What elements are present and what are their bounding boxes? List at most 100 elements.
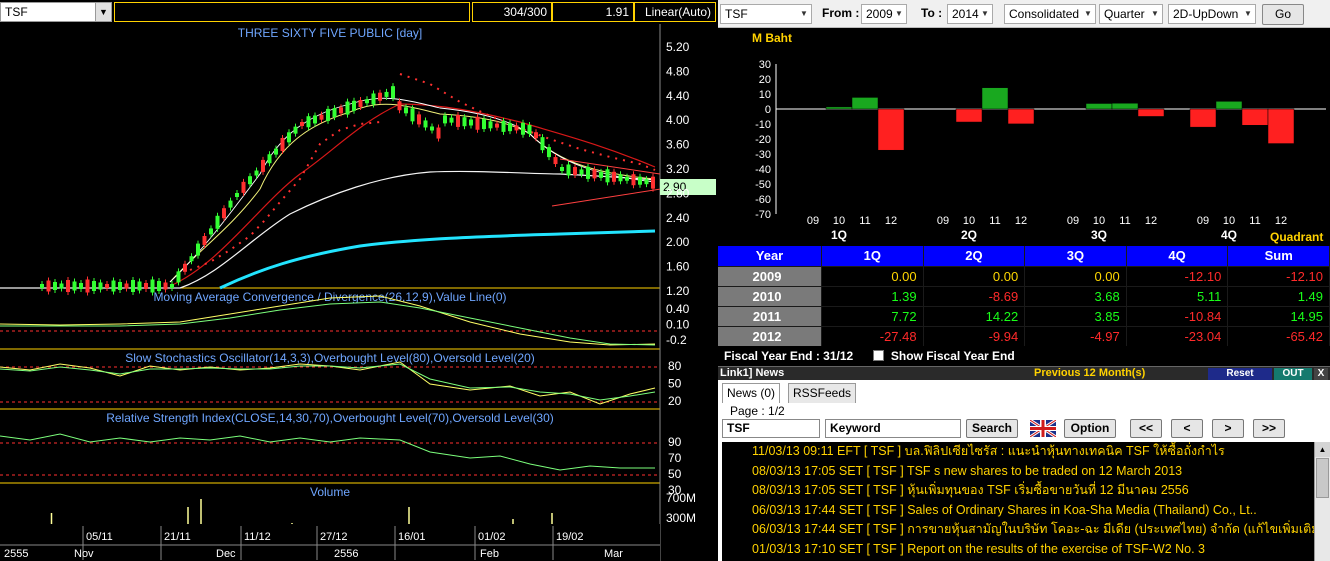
chevron-down-icon[interactable]: ▼ <box>978 5 992 23</box>
candle-body <box>410 108 415 122</box>
candle-body <box>560 167 564 171</box>
chevron-down-icon[interactable]: ▼ <box>1081 5 1095 23</box>
chart-unit-label: M Baht <box>752 31 792 45</box>
x-category-label: 09 <box>1197 215 1209 227</box>
candle-body <box>469 119 473 126</box>
chevron-down-icon[interactable]: ▼ <box>892 5 906 23</box>
candle-body <box>449 117 454 123</box>
volume-axis: 700M 300M <box>666 491 696 525</box>
chevron-down-icon[interactable]: ▼ <box>797 5 811 23</box>
candle-body <box>293 126 298 134</box>
candle-body <box>72 281 77 291</box>
chart-symbol-select[interactable]: TSF ▼ <box>0 2 112 22</box>
candle-body <box>313 115 317 124</box>
out-button[interactable]: OUT <box>1274 368 1312 380</box>
candle-body <box>118 282 122 290</box>
date-tick: 27/12 <box>320 531 348 543</box>
view-value: 2D-UpDown <box>1173 7 1239 21</box>
value-cell: -12.10 <box>1126 265 1229 286</box>
bar-4Q-10 <box>1215 101 1243 110</box>
rsi-axis: 90705030 <box>668 435 682 497</box>
stochastic-k-line <box>0 361 656 405</box>
next-page-button[interactable]: > <box>1212 419 1244 438</box>
candle-body <box>384 91 389 97</box>
candle-body <box>131 280 135 292</box>
candle-body <box>261 159 265 172</box>
candle-body <box>430 126 434 131</box>
scroll-thumb[interactable] <box>1316 458 1329 498</box>
news-header-label: Link1] News <box>720 367 785 379</box>
from-year-select[interactable]: 2009 ▼ <box>861 4 907 24</box>
value-cell: 3.68 <box>1024 285 1127 306</box>
value-cell: 5.11 <box>1126 285 1229 306</box>
flag-icon[interactable] <box>1030 420 1056 437</box>
chevron-down-icon[interactable]: ▼ <box>95 3 111 21</box>
candle-body <box>638 176 642 185</box>
keyword-input[interactable]: Keyword <box>825 419 961 438</box>
option-button[interactable]: Option <box>1064 419 1116 438</box>
value-cell: 1.39 <box>821 285 924 306</box>
candle-body <box>105 284 109 288</box>
news-item[interactable]: 11/03/13 09:11 EFT [ TSF ] บล.ฟิลิปเซียไ… <box>722 442 1314 462</box>
ma-short-line <box>169 103 656 283</box>
reset-button[interactable]: Reset <box>1208 368 1272 380</box>
candle-body <box>267 154 272 164</box>
candle-body <box>274 148 278 155</box>
from-label: From : <box>822 6 860 20</box>
news-item[interactable]: 08/03/13 17:05 SET [ TSF ] TSF s new sha… <box>722 462 1314 482</box>
view-select[interactable]: 2D-UpDown ▼ <box>1168 4 1256 24</box>
candle-body <box>371 93 376 105</box>
news-item[interactable]: 01/03/13 17:10 SET [ TSF ] Report on the… <box>722 540 1314 560</box>
tab-news[interactable]: News (0) <box>722 383 781 403</box>
statement-select[interactable]: Consolidated ▼ <box>1004 4 1096 24</box>
statement-value: Consolidated <box>1009 7 1080 21</box>
value-cell: 0.00 <box>923 265 1026 286</box>
fin-symbol-select[interactable]: TSF ▼ <box>720 4 812 24</box>
scroll-up-icon[interactable]: ▲ <box>1315 442 1330 457</box>
macd-axis: 0.40 0.10-0.2 <box>666 302 690 347</box>
x-category-label: 10 <box>833 215 845 227</box>
x-category-label: 09 <box>807 215 819 227</box>
candle-body <box>332 108 337 118</box>
price-chart-area[interactable]: THREE SIXTY FIVE PUBLIC [day] Moving Ave… <box>0 24 716 561</box>
candle-body <box>599 171 603 178</box>
news-item[interactable]: 06/03/13 17:44 SET [ TSF ] Sales of Ordi… <box>722 501 1314 521</box>
ma-200-line <box>219 229 656 290</box>
last-page-button[interactable]: >> <box>1253 419 1285 438</box>
value-cell: -8.69 <box>923 285 1026 306</box>
table-row: 2010 1.39 -8.69 3.68 5.11 1.49 <box>718 285 1330 306</box>
bar-1Q-12 <box>877 108 905 151</box>
bar-3Q-10 <box>1085 103 1113 110</box>
news-scrollbar[interactable]: ▲ <box>1314 442 1330 561</box>
chevron-down-icon[interactable]: ▼ <box>1241 5 1255 23</box>
table-header-cell: 1Q <box>821 246 924 266</box>
price-axis: 5.20 4.80 4.40 4.00 3.60 3.20 2.80 2.40 2.00 1.60… <box>666 40 690 298</box>
financial-table: Year 1Q 2Q 3Q 4Q Sum 2009 0.00 0.00 0.00 -12.10 -1… <box>718 246 1330 346</box>
scale-mode[interactable]: Linear(Auto) <box>634 2 716 22</box>
bar-3Q-12 <box>1137 108 1165 117</box>
y-tick-label: 0 <box>765 104 771 116</box>
show-fiscal-checkbox[interactable] <box>872 350 884 361</box>
search-button[interactable]: Search <box>966 419 1018 438</box>
candle-body <box>462 117 467 127</box>
candle-body <box>605 169 610 183</box>
candle-body <box>397 101 402 111</box>
prev-page-button[interactable]: < <box>1171 419 1203 438</box>
close-button[interactable]: X <box>1314 368 1328 380</box>
table-body: 2009 0.00 0.00 0.00 -12.10 -12.10 2010 1.39 -8.6… <box>718 265 1330 346</box>
price-tick: 2.80 <box>666 186 690 200</box>
bar-count: 304/300 <box>472 2 552 22</box>
period-select[interactable]: Quarter ▼ <box>1099 4 1163 24</box>
bar-4Q-11 <box>1241 108 1269 126</box>
tab-rssfeeds[interactable]: RSSFeeds <box>788 383 857 403</box>
table-header-cell: Year <box>718 246 823 266</box>
chevron-down-icon[interactable]: ▼ <box>1148 5 1162 23</box>
first-page-button[interactable]: << <box>1130 419 1162 438</box>
go-button[interactable]: Go <box>1262 4 1304 25</box>
value-cell: 14.22 <box>923 305 1026 326</box>
news-item[interactable]: 08/03/13 17:05 SET [ TSF ] หุ้นเพิ่มทุนข… <box>722 481 1314 501</box>
to-year-select[interactable]: 2014 ▼ <box>947 4 993 24</box>
news-symbol-input[interactable]: TSF <box>722 419 820 438</box>
news-item[interactable]: 06/03/13 17:44 SET [ TSF ] การขายหุ้นสาม… <box>722 520 1314 540</box>
candle-body <box>209 228 213 235</box>
